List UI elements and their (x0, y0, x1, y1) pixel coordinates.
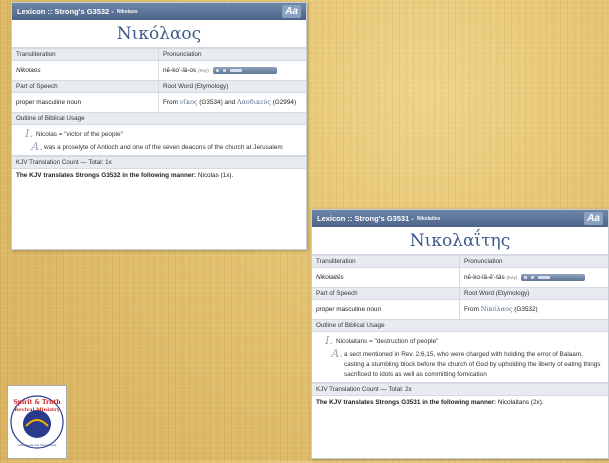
transliteration-label: Transliteration (12, 48, 158, 61)
root-link-nikolaos[interactable]: Νικόλαος (481, 305, 513, 313)
outline-text: Nicolas = "victor of the people" (36, 131, 123, 138)
logo-line2: Revival Ministry (14, 407, 61, 413)
pronunciation-key-link[interactable]: (Key) (198, 68, 209, 73)
root-ref-1: (G3534) and (199, 99, 236, 106)
outline-label: Outline of Biblical Usage (12, 112, 306, 125)
outline-list: I. Nicolas = "victor of the people" A. w… (12, 125, 306, 156)
lexicon-panel-g3531: Lexicon :: Strong's G3531 - Nikolaites A… (311, 209, 609, 459)
pronunciation-text: nē-ko-lä-ē'-tās (464, 274, 505, 281)
outline-item: I. Nicolas = "victor of the people" (12, 127, 306, 140)
root-prefix: From (464, 306, 479, 313)
pronunciation-value: nē-ko-lä-ē'-tās (Key) (460, 268, 608, 287)
kjv-translation-lead: The KJV translates Strongs G3531 in the … (316, 399, 497, 406)
lexicon-header-title: Lexicon :: Strong's G3531 - (317, 214, 414, 223)
root-word-label: Root Word (Etymology) (159, 80, 306, 93)
outline-list: I. Nicolaitans = "destruction of people"… (312, 332, 608, 383)
play-icon[interactable] (215, 68, 219, 72)
translation-count-label: KJV Translation Count — Total: 1x (12, 156, 306, 169)
greek-word-title: Νικόλαος (12, 20, 306, 48)
root-ref-2: (G2994) (272, 99, 297, 106)
play-icon[interactable] (523, 275, 527, 279)
outline-marker: I. (325, 334, 333, 347)
outline-marker: A. (331, 347, 343, 360)
root-word-value: From Νικόλαος (G3532) (460, 300, 608, 319)
ministry-logo: Spirit & Truth Revival Ministry Until we… (7, 385, 67, 459)
pause-icon[interactable] (222, 68, 226, 72)
pronunciation-value: nē-ko'-lä-os (Key) (159, 61, 306, 80)
outline-marker: A. (31, 140, 43, 153)
outline-item: I. Nicolaitans = "destruction of people" (312, 334, 608, 347)
root-prefix: From (163, 99, 178, 106)
kjv-translation-words: Nicolas (1x). (197, 172, 234, 179)
outline-text: a sect mentioned in Rev. 2:6,15, who wer… (344, 351, 601, 378)
pronunciation-label: Pronunciation (159, 48, 306, 61)
pronunciation-text: nē-ko'-lä-os (163, 67, 197, 74)
lexicon-header-title: Lexicon :: Strong's G3532 - (17, 7, 114, 16)
root-ref-1: (G3532) (514, 306, 538, 313)
kjv-translation-text: The KJV translates Strongs G3532 in the … (12, 169, 306, 182)
transliteration-label: Transliteration (312, 255, 459, 268)
part-of-speech-label: Part of Speech (312, 287, 459, 300)
root-word-label: Root Word (Etymology) (460, 287, 608, 300)
kjv-translation-text: The KJV translates Strongs G3531 in the … (312, 396, 608, 409)
transliteration-value: Nikolaitēs (316, 274, 344, 281)
greek-word-title: Νικολαΐτης (312, 227, 608, 255)
logo-line1: Spirit & Truth (13, 399, 61, 406)
root-word-value: From νῖκος (G3534) and Λαοδικεύς (G2994) (159, 93, 306, 112)
pronunciation-key-link[interactable]: (Key) (506, 275, 517, 280)
part-of-speech-label: Part of Speech (12, 80, 158, 93)
kjv-translation-lead: The KJV translates Strongs G3532 in the … (16, 172, 197, 179)
pause-icon[interactable] (530, 275, 534, 279)
lexicon-header: Lexicon :: Strong's G3532 - Nikolaos Aa (12, 3, 306, 20)
audio-player[interactable] (212, 66, 277, 74)
lexicon-header: Lexicon :: Strong's G3531 - Nikolaites A… (312, 210, 608, 227)
outline-label: Outline of Biblical Usage (312, 319, 608, 332)
font-size-button[interactable]: Aa (584, 212, 603, 225)
audio-progress-bar[interactable] (229, 68, 242, 72)
ministry-logo-graphic: Spirit & Truth Revival Ministry Until we… (10, 395, 64, 449)
translation-count-label: KJV Translation Count — Total: 2x (312, 383, 608, 396)
outline-subitem: A. was a proselyte of Antioch and one of… (12, 140, 306, 153)
font-size-button[interactable]: Aa (282, 5, 301, 18)
part-of-speech-value: proper masculine noun (316, 306, 382, 313)
outline-text: was a proselyte of Antioch and one of th… (44, 144, 283, 151)
lexicon-header-word: Nikolaos (116, 8, 138, 15)
root-link-nikos[interactable]: νῖκος (180, 98, 198, 106)
audio-player[interactable] (520, 273, 585, 281)
audio-progress-bar[interactable] (537, 275, 550, 279)
lexicon-panel-g3532: Lexicon :: Strong's G3532 - Nikolaos Aa … (11, 2, 307, 250)
outline-subitem: A. a sect mentioned in Rev. 2:6,15, who … (312, 347, 608, 380)
lexicon-header-word: Nikolaites (416, 215, 441, 222)
logo-line3: Until we are one forevermore (18, 443, 57, 447)
pronunciation-label: Pronunciation (460, 255, 608, 268)
root-link-laodikeus[interactable]: Λαοδικεύς (237, 98, 271, 106)
outline-marker: I. (25, 127, 33, 140)
outline-text: Nicolaitans = "destruction of people" (336, 338, 439, 345)
part-of-speech-value: proper masculine noun (16, 99, 82, 106)
transliteration-value: Nikolaos (16, 67, 41, 74)
kjv-translation-words: Nicolaitans (2x). (497, 399, 544, 406)
